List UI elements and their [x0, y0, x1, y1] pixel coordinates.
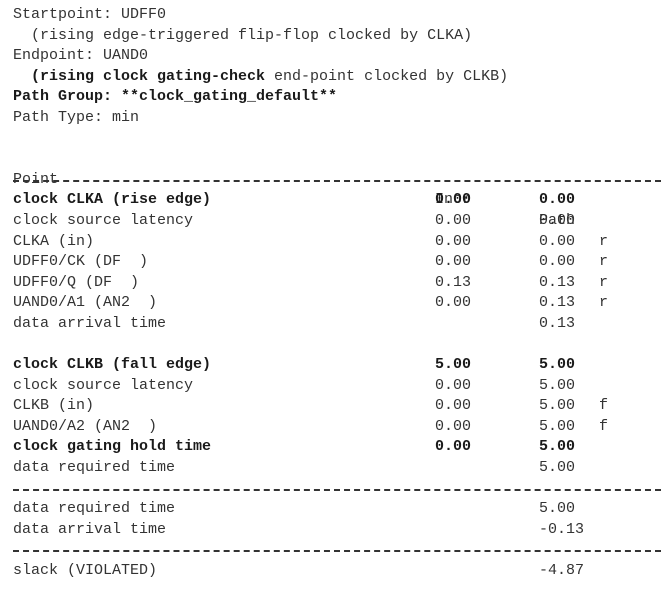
table-row: data arrival time -0.13 — [13, 520, 663, 541]
column-header-row: Point Incr Path — [13, 149, 663, 229]
row-point: clock CLKB (fall edge) — [13, 356, 212, 374]
table-row: clock CLKB (fall edge) 5.00 5.00 — [13, 355, 663, 376]
row-path: -0.13 — [539, 520, 585, 538]
row-path: 0.00 — [539, 253, 576, 271]
row-incr: 0.00 — [435, 417, 472, 435]
endpoint-line: Endpoint: UAND0 — [13, 47, 149, 65]
row-incr: 0.13 — [435, 273, 472, 291]
row-incr: 0.00 — [435, 397, 472, 415]
row-transition: r — [599, 232, 609, 250]
table-row: UAND0/A1 (AN2 ) 0.00 0.13 r — [13, 293, 663, 314]
row-point: UAND0/A2 (AN2 ) — [13, 417, 158, 435]
row-incr: 5.00 — [435, 356, 472, 374]
row-incr: 0.00 — [435, 253, 472, 271]
summary-section: data required time 5.00 data arrival time -… — [13, 499, 663, 540]
row-transition: f — [599, 397, 609, 415]
row-point: UDFF0/Q (DF ) — [13, 273, 140, 291]
row-point: data arrival time — [13, 520, 167, 538]
table-row: CLKB (in) 0.00 5.00 f — [13, 396, 663, 417]
table-row: clock CLKA (rise edge) 0.00 0.00 — [13, 190, 663, 211]
row-point: CLKB (in) — [13, 397, 95, 415]
row-path: 0.00 — [539, 211, 576, 229]
row-path: 5.00 — [539, 397, 576, 415]
startpoint-description: (rising edge-triggered flip-flop clocked… — [13, 26, 473, 44]
table-row: UDFF0/Q (DF ) 0.13 0.13 r — [13, 273, 663, 294]
startpoint-line: Startpoint: UDFF0 — [13, 6, 167, 23]
timing-report: Startpoint: UDFF0 (rising edge-triggered… — [13, 5, 663, 582]
row-point: clock source latency — [13, 211, 194, 229]
endpoint-clock-info: end-point clocked by CLKB) — [265, 67, 509, 85]
row-transition: r — [599, 294, 609, 312]
row-incr: 0.00 — [435, 376, 472, 394]
row-point: data arrival time — [13, 314, 167, 332]
row-path: 0.00 — [539, 191, 576, 209]
row-incr: 0.00 — [435, 294, 472, 312]
row-path: 5.00 — [539, 438, 576, 456]
table-row: clock source latency 0.00 0.00 — [13, 211, 663, 232]
table-row: clock gating hold time 0.00 5.00 — [13, 437, 663, 458]
row-path: 5.00 — [539, 459, 576, 477]
slack-section: slack (VIOLATED) -4.87 — [13, 561, 663, 582]
path-group-line: Path Group: **clock_gating_default** — [13, 88, 338, 106]
table-row: CLKA (in) 0.00 0.00 r — [13, 232, 663, 253]
table-row: slack (VIOLATED) -4.87 — [13, 561, 663, 582]
row-incr: 0.00 — [435, 232, 472, 250]
endpoint-check-type: (rising clock gating-check — [13, 67, 266, 85]
endpoint-description: (rising clock gating-check end-point clo… — [13, 67, 663, 88]
row-point: CLKA (in) — [13, 232, 95, 250]
row-transition: r — [599, 253, 609, 271]
row-incr: 0.00 — [435, 191, 472, 209]
dashed-separator — [13, 170, 663, 191]
dashed-separator — [13, 479, 663, 500]
row-point: data required time — [13, 459, 176, 477]
row-transition: f — [599, 417, 609, 435]
row-point: UDFF0/CK (DF ) — [13, 253, 149, 271]
row-point: clock CLKA (rise edge) — [13, 191, 212, 209]
row-path: 0.00 — [539, 232, 576, 250]
table-row: data required time 5.00 — [13, 499, 663, 520]
row-path: -4.87 — [539, 562, 585, 580]
row-point: clock gating hold time — [13, 438, 212, 456]
row-path: 5.00 — [539, 356, 576, 374]
table-row: data required time 5.00 — [13, 458, 663, 479]
capture-path-section: clock CLKB (fall edge) 5.00 5.00 clock sour… — [13, 355, 663, 479]
row-path: 5.00 — [539, 417, 576, 435]
dashed-separator — [13, 540, 663, 561]
row-point: data required time — [13, 500, 176, 518]
row-incr: 0.00 — [435, 438, 472, 456]
row-path: 0.13 — [539, 273, 576, 291]
table-row: data arrival time 0.13 — [13, 314, 663, 335]
table-row: clock source latency 0.00 5.00 — [13, 376, 663, 397]
path-type-line: Path Type: min — [13, 108, 140, 126]
row-path: 5.00 — [539, 500, 576, 518]
table-row: UDFF0/CK (DF ) 0.00 0.00 r — [13, 252, 663, 273]
launch-path-section: clock CLKA (rise edge) 0.00 0.00 clock sour… — [13, 190, 663, 334]
row-point: UAND0/A1 (AN2 ) — [13, 294, 158, 312]
row-path: 0.13 — [539, 294, 576, 312]
row-point: slack (VIOLATED) — [13, 562, 158, 580]
row-incr: 0.00 — [435, 211, 472, 229]
row-path: 0.13 — [539, 314, 576, 332]
row-point: clock source latency — [13, 376, 194, 394]
row-path: 5.00 — [539, 376, 576, 394]
table-row: UAND0/A2 (AN2 ) 0.00 5.00 f — [13, 417, 663, 438]
row-transition: r — [599, 273, 609, 291]
